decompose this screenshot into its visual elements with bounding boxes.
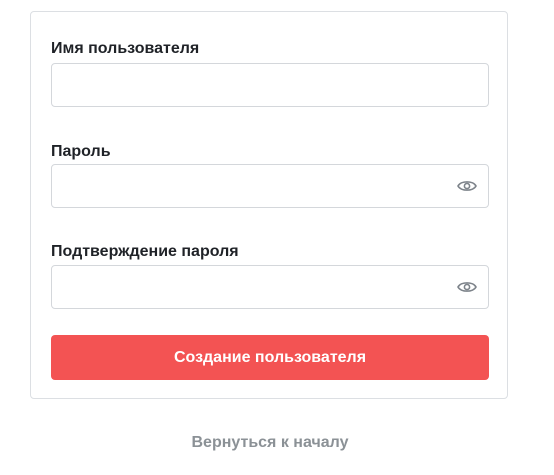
password-input[interactable] (52, 165, 488, 207)
create-user-button[interactable]: Создание пользователя (51, 335, 489, 380)
eye-icon (457, 181, 477, 191)
password-field-wrapper (51, 164, 489, 208)
password-confirm-label: Подтверждение пароля (51, 243, 239, 260)
username-input[interactable] (52, 64, 488, 106)
password-label: Пароль (51, 143, 111, 160)
username-field-wrapper (51, 63, 489, 107)
create-user-form: Имя пользователя Пароль Подтверждение па… (30, 11, 508, 399)
back-to-start-link[interactable]: Вернуться к началу (0, 434, 540, 452)
eye-icon (457, 282, 477, 292)
password-visibility-toggle[interactable] (457, 179, 477, 193)
password-confirm-field-wrapper (51, 265, 489, 309)
username-label: Имя пользователя (51, 40, 200, 57)
password-confirm-input[interactable] (52, 266, 488, 308)
password-confirm-visibility-toggle[interactable] (457, 280, 477, 294)
